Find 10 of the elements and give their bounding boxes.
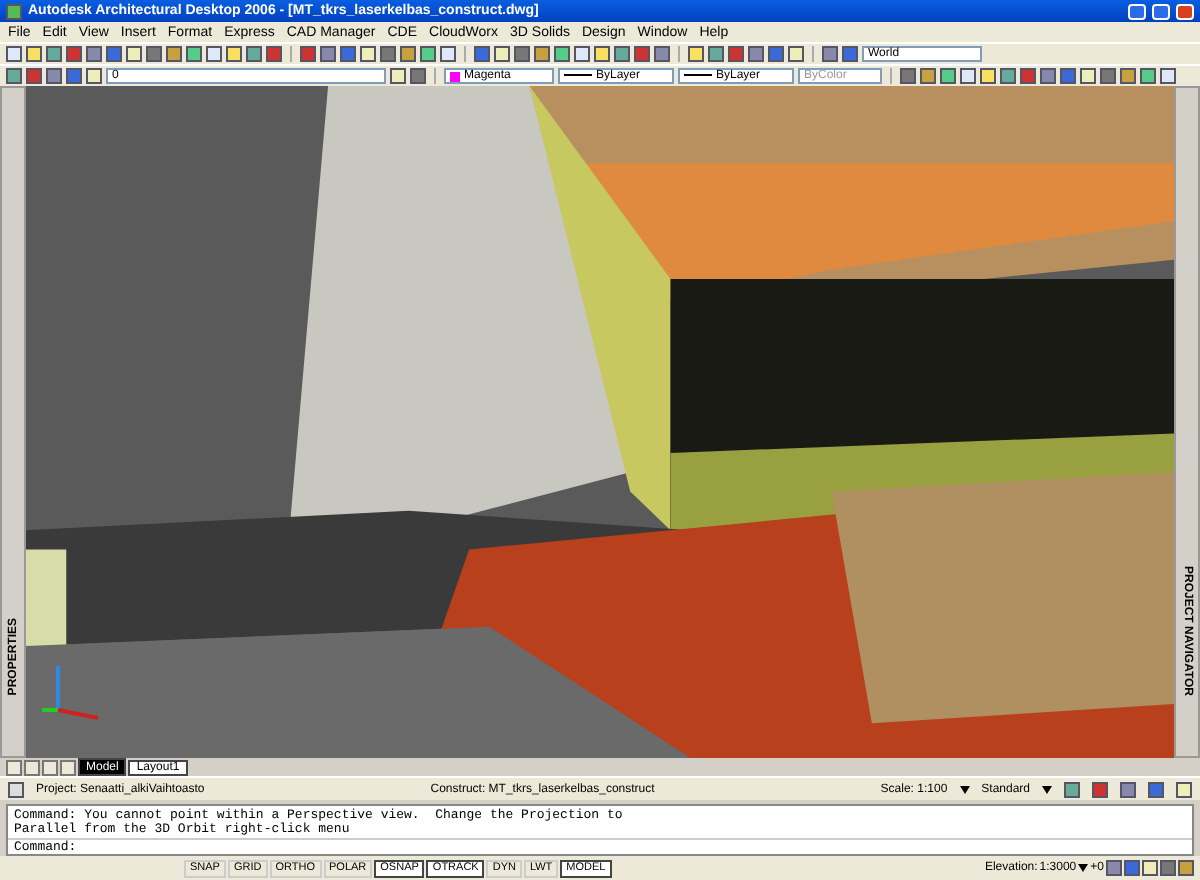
caret-icon bbox=[1042, 785, 1053, 793]
minimize-button[interactable] bbox=[1128, 3, 1146, 19]
line-sample-icon bbox=[564, 74, 592, 78]
caret-icon bbox=[959, 785, 970, 793]
caret-icon bbox=[1078, 864, 1089, 872]
close-button[interactable] bbox=[1176, 3, 1194, 19]
project-icon[interactable] bbox=[8, 781, 24, 797]
maximize-button[interactable] bbox=[1152, 3, 1170, 19]
line-sample-icon bbox=[684, 74, 712, 78]
app-icon bbox=[6, 3, 22, 19]
